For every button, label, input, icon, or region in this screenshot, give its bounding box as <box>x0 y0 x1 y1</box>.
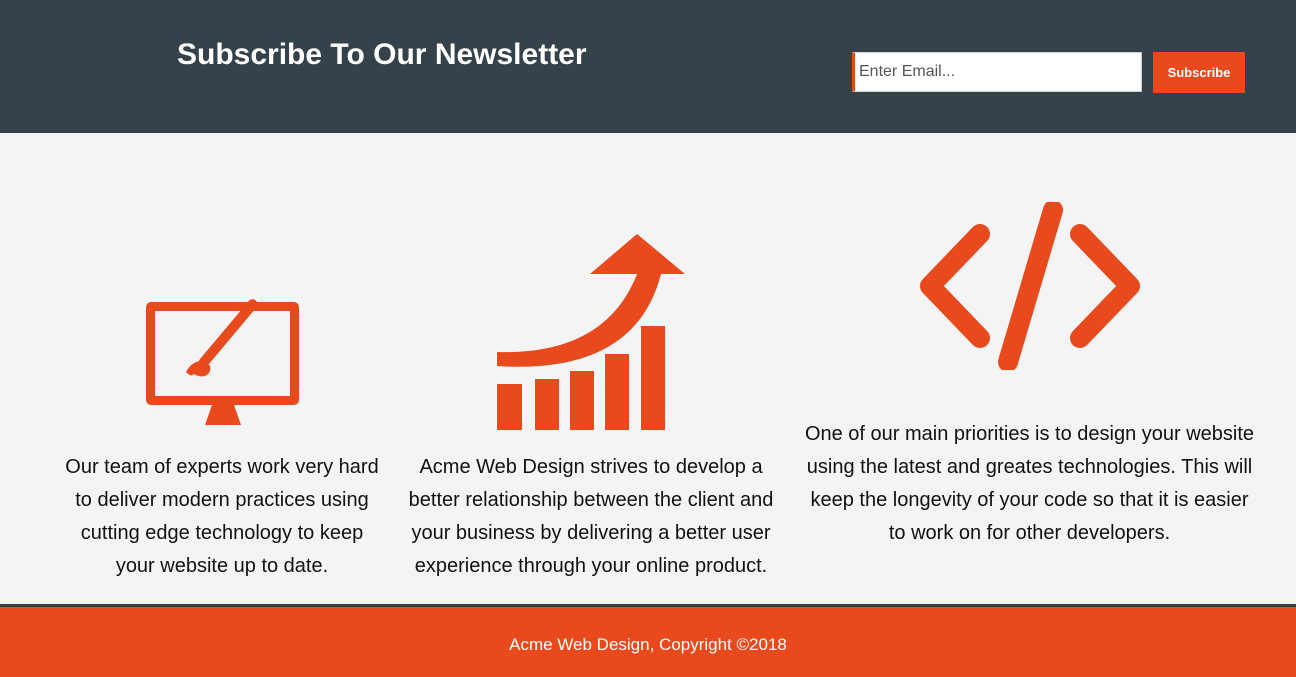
feature-box-2: Acme Web Design strives to develop a bet… <box>392 451 790 583</box>
feature-text-1: Our team of experts work very hard to de… <box>65 456 379 577</box>
growth-chart-icon <box>497 234 685 430</box>
footer-copyright: Acme Web Design, Copyright ©2018 <box>509 635 787 654</box>
email-input[interactable] <box>852 52 1142 92</box>
subscribe-button[interactable]: Subscribe <box>1153 52 1245 93</box>
newsletter-section: Subscribe To Our Newsletter Subscribe <box>0 0 1296 133</box>
feature-box-1: Our team of experts work very hard to de… <box>62 451 382 583</box>
feature-text-3: One of our main priorities is to design … <box>804 423 1255 544</box>
feature-box-3: One of our main priorities is to design … <box>802 418 1257 550</box>
monitor-brush-icon <box>146 299 299 425</box>
newsletter-heading: Subscribe To Our Newsletter <box>177 38 587 71</box>
feature-text-2: Acme Web Design strives to develop a bet… <box>408 456 774 577</box>
footer: Acme Web Design, Copyright ©2018 <box>0 604 1296 677</box>
code-brackets-icon <box>920 202 1140 370</box>
